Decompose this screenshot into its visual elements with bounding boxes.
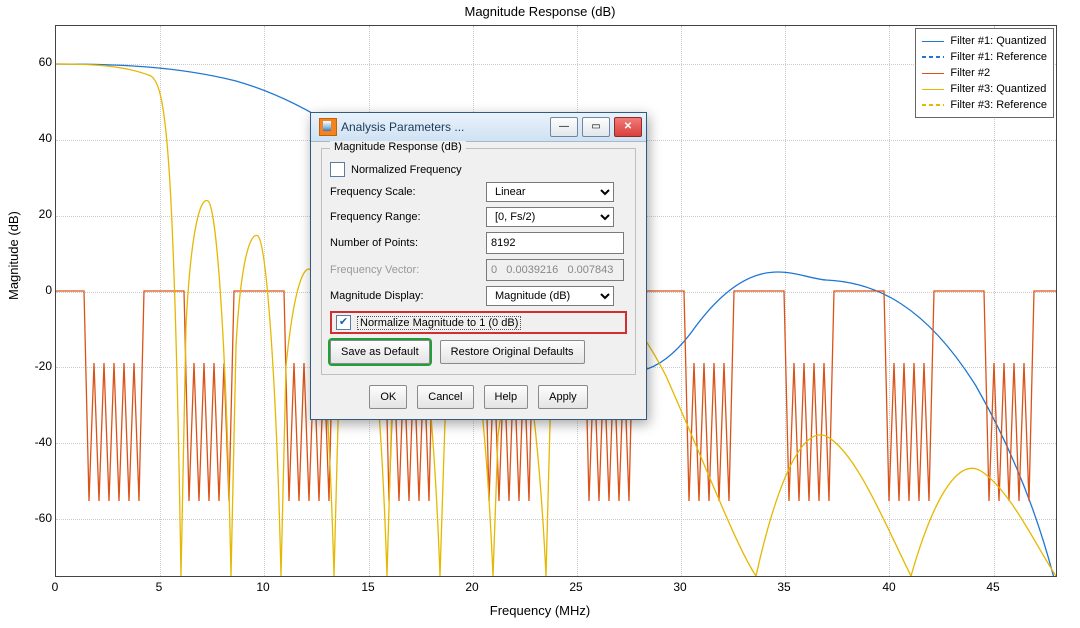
xtick: 35 — [764, 580, 804, 594]
mag-display-select[interactable]: Magnitude (dB) — [486, 286, 614, 306]
analysis-parameters-dialog: Analysis Parameters ... — ▭ ✕ Magnitude … — [310, 112, 647, 420]
legend-item: Filter #1: Quantized — [922, 33, 1047, 49]
help-button[interactable]: Help — [484, 385, 529, 409]
mag-display-label: Magnitude Display: — [330, 290, 480, 302]
xtick: 5 — [139, 580, 179, 594]
dialog-titlebar[interactable]: Analysis Parameters ... — ▭ ✕ — [311, 113, 646, 142]
magnitude-response-group: Magnitude Response (dB) Normalized Frequ… — [321, 148, 636, 375]
ytick: 0 — [12, 283, 52, 297]
checkbox-label: Normalized Frequency — [351, 164, 462, 176]
checkbox-icon — [330, 162, 345, 177]
ytick: -60 — [12, 511, 52, 525]
save-as-default-button[interactable]: Save as Default — [330, 340, 430, 364]
checkbox-label: Normalize Magnitude to 1 (0 dB) — [357, 316, 521, 330]
ytick: 60 — [12, 55, 52, 69]
chart-title: Magnitude Response (dB) — [0, 4, 1080, 19]
xtick: 40 — [869, 580, 909, 594]
freq-range-label: Frequency Range: — [330, 211, 480, 223]
close-button[interactable]: ✕ — [614, 117, 642, 137]
highlight-red: ✔ Normalize Magnitude to 1 (0 dB) — [330, 311, 627, 334]
freq-scale-label: Frequency Scale: — [330, 186, 480, 198]
legend-label: Filter #2 — [950, 65, 990, 81]
legend: Filter #1: Quantized Filter #1: Referenc… — [915, 28, 1054, 118]
legend-item: Filter #3: Reference — [922, 97, 1047, 113]
legend-item: Filter #3: Quantized — [922, 81, 1047, 97]
xtick: 10 — [243, 580, 283, 594]
xtick: 30 — [660, 580, 700, 594]
apply-button[interactable]: Apply — [538, 385, 588, 409]
xtick: 20 — [452, 580, 492, 594]
matlab-icon — [319, 118, 337, 136]
minimize-button[interactable]: — — [550, 117, 578, 137]
ytick: 20 — [12, 207, 52, 221]
restore-defaults-button[interactable]: Restore Original Defaults — [440, 340, 585, 364]
x-axis-label: Frequency (MHz) — [0, 603, 1080, 618]
legend-item: Filter #1: Reference — [922, 49, 1047, 65]
group-title: Magnitude Response (dB) — [330, 141, 466, 153]
legend-item: Filter #2 — [922, 65, 1047, 81]
num-points-input[interactable] — [486, 232, 624, 254]
dialog-title: Analysis Parameters ... — [341, 120, 546, 134]
xtick: 15 — [348, 580, 388, 594]
legend-label: Filter #1: Reference — [950, 49, 1047, 65]
freq-vector-input — [486, 259, 624, 281]
num-points-label: Number of Points: — [330, 237, 480, 249]
cancel-button[interactable]: Cancel — [417, 385, 473, 409]
freq-scale-select[interactable]: Linear — [486, 182, 614, 202]
xtick: 25 — [556, 580, 596, 594]
legend-label: Filter #1: Quantized — [950, 33, 1046, 49]
dialog-body: Magnitude Response (dB) Normalized Frequ… — [311, 142, 646, 419]
maximize-button[interactable]: ▭ — [582, 117, 610, 137]
freq-vector-label: Frequency Vector: — [330, 264, 480, 276]
ytick: -40 — [12, 435, 52, 449]
normalized-frequency-checkbox[interactable]: Normalized Frequency — [330, 162, 627, 177]
xtick: 45 — [973, 580, 1013, 594]
ok-button[interactable]: OK — [369, 385, 407, 409]
ytick: -20 — [12, 359, 52, 373]
legend-label: Filter #3: Reference — [950, 97, 1047, 113]
xtick: 0 — [35, 580, 75, 594]
checkbox-icon: ✔ — [336, 315, 351, 330]
normalize-magnitude-checkbox[interactable]: ✔ Normalize Magnitude to 1 (0 dB) — [336, 315, 621, 330]
freq-range-select[interactable]: [0, Fs/2) — [486, 207, 614, 227]
legend-label: Filter #3: Quantized — [950, 81, 1046, 97]
ytick: 40 — [12, 131, 52, 145]
